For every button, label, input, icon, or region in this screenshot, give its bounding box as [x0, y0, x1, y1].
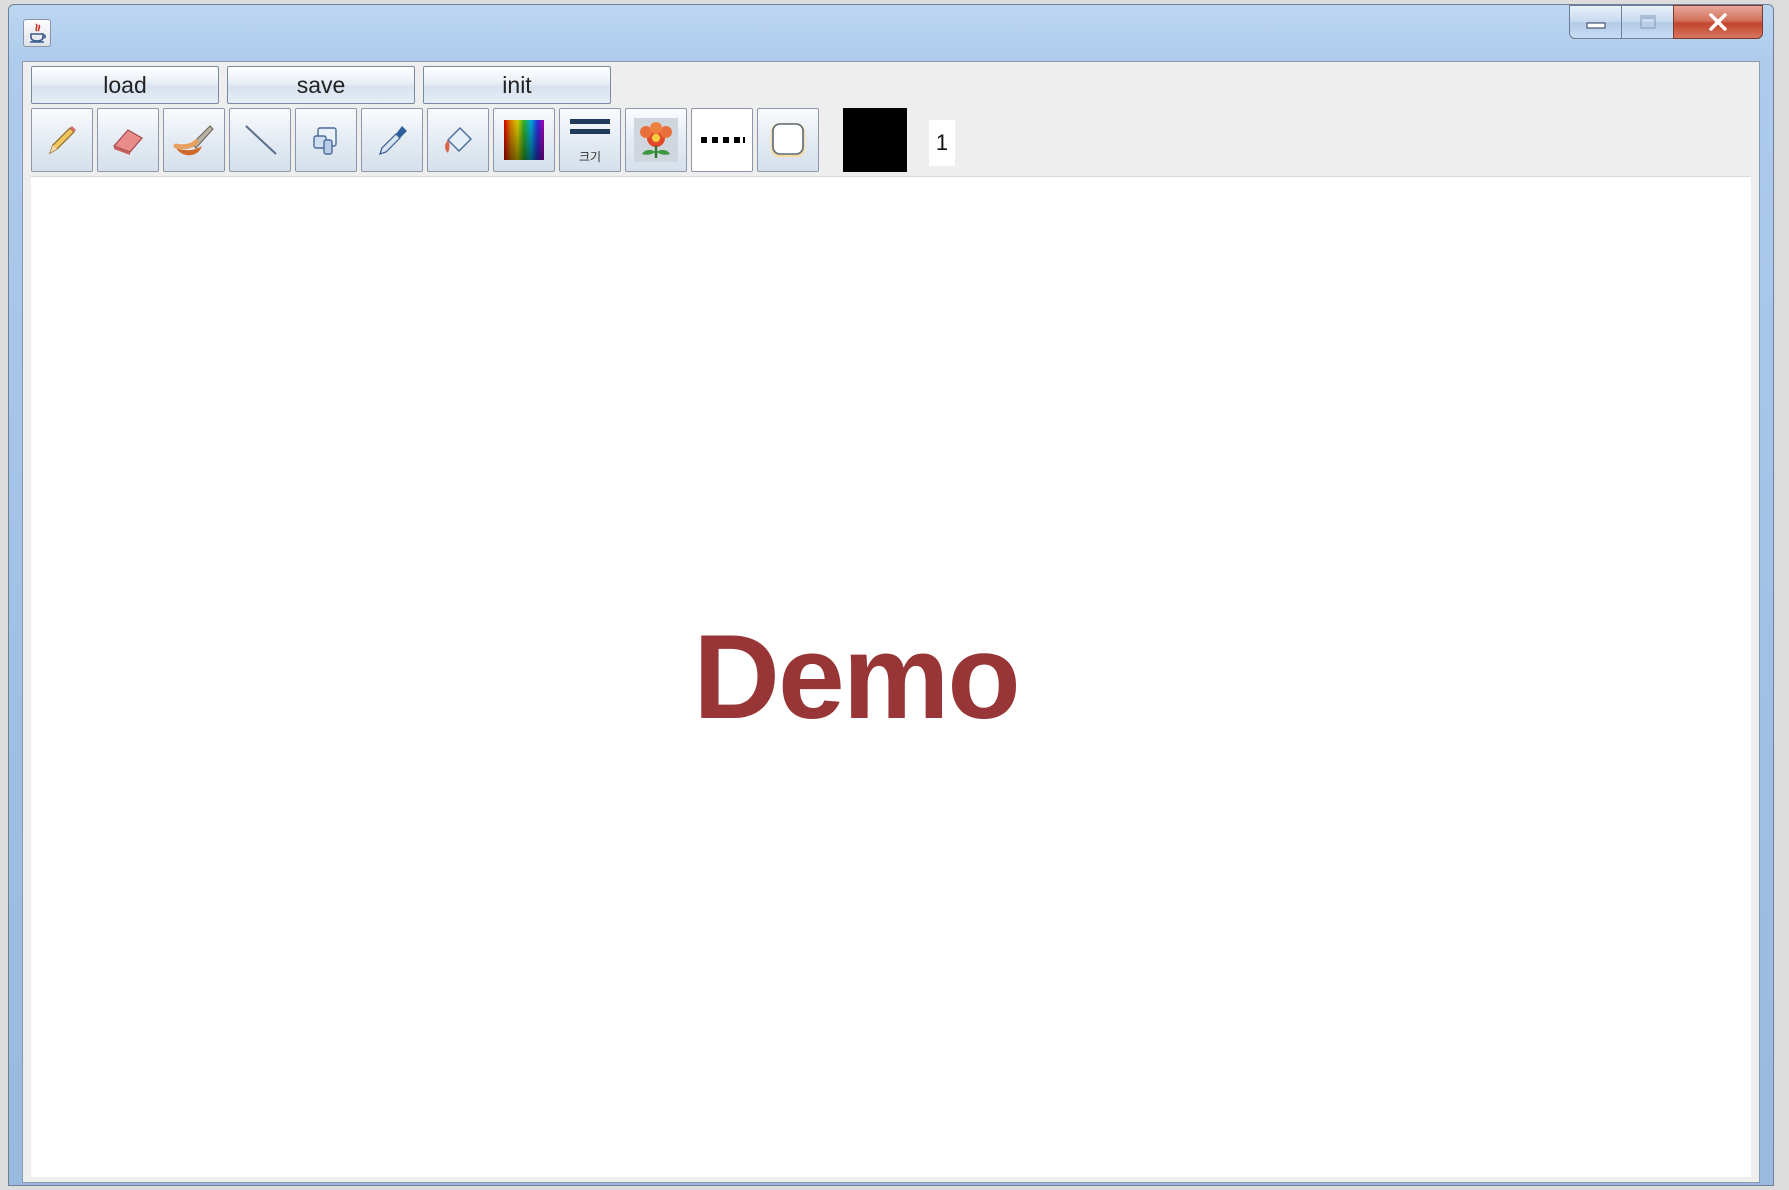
pencil-icon [48, 126, 76, 155]
shapes-tool-button[interactable] [295, 108, 357, 172]
title-bar[interactable] [9, 5, 1773, 61]
window-controls [1569, 5, 1763, 43]
rounded-rect-icon [771, 123, 805, 157]
eyedropper-tool-button[interactable] [361, 108, 423, 172]
line-icon [245, 125, 277, 155]
line-tool-button[interactable] [229, 108, 291, 172]
brush-icon [173, 125, 214, 156]
init-button[interactable]: init [423, 66, 611, 104]
color-gradient-icon [504, 120, 544, 160]
eraser-tool-button[interactable] [97, 108, 159, 172]
save-button[interactable]: save [227, 66, 415, 104]
eraser-icon [112, 129, 143, 155]
stamp-tool-button[interactable] [625, 108, 687, 172]
app-window: load save init 크기 1 Demo [8, 4, 1774, 1186]
shapes-icon [313, 127, 337, 155]
flower-stamp-icon [634, 118, 678, 162]
size-value: 1 [929, 120, 955, 166]
close-icon [1709, 13, 1727, 31]
color-picker-button[interactable] [493, 108, 555, 172]
client-area: load save init 크기 1 Demo [22, 61, 1760, 1183]
paint-bucket-icon [445, 127, 472, 153]
canvas-demo-text: Demo [693, 610, 1020, 744]
brush-tool-button[interactable] [163, 108, 225, 172]
rounded-rect-tool-button[interactable] [757, 108, 819, 172]
line-style-button[interactable] [691, 108, 753, 172]
minimize-button[interactable] [1569, 5, 1621, 39]
java-app-icon[interactable] [23, 19, 51, 47]
maximize-icon [1639, 15, 1656, 29]
load-button[interactable]: load [31, 66, 219, 104]
line-thickness-button[interactable]: 크기 [559, 108, 621, 172]
pencil-tool-button[interactable] [31, 108, 93, 172]
dotted-line-icon [701, 137, 745, 143]
file-button-row: load save init [31, 66, 611, 104]
current-color-swatch[interactable] [843, 108, 907, 172]
thickness-label: 크기 [578, 150, 602, 164]
eyedropper-icon [379, 126, 407, 155]
minimize-icon [1585, 22, 1606, 29]
fill-tool-button[interactable] [427, 108, 489, 172]
tool-palette: 크기 [31, 108, 819, 172]
maximize-button[interactable] [1621, 5, 1673, 39]
close-button[interactable] [1673, 5, 1763, 39]
drawing-canvas[interactable]: Demo [31, 176, 1751, 1177]
